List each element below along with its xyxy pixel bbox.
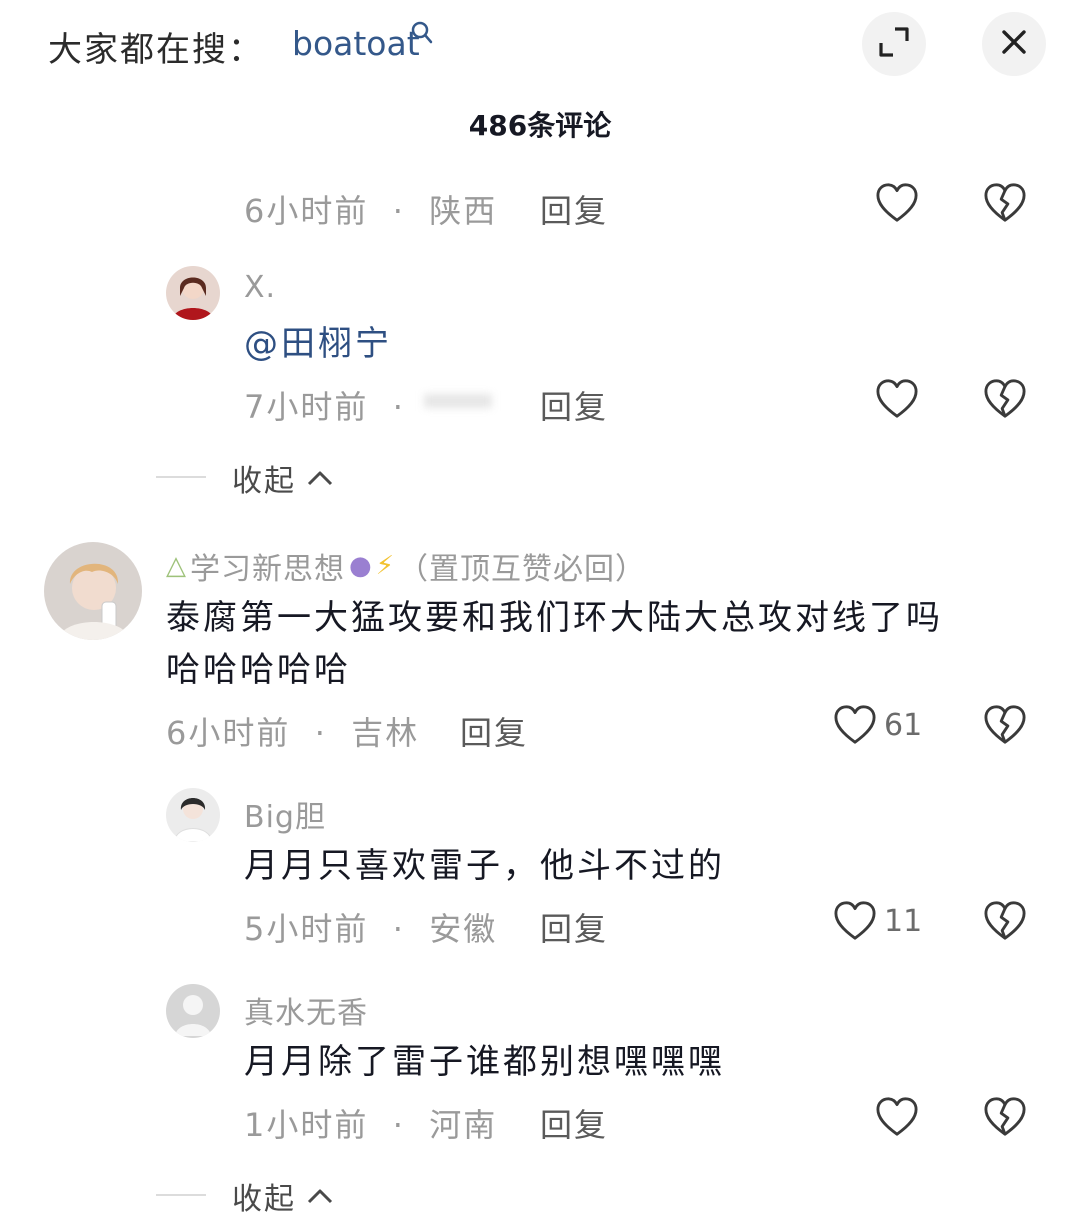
like-button[interactable]: 61 <box>832 704 922 746</box>
comment-content: @田栩宁 <box>244 324 392 364</box>
search-icon[interactable] <box>410 20 434 50</box>
collapse-divider <box>156 1194 206 1196</box>
collapse-divider <box>156 476 206 478</box>
like-count: 61 <box>884 707 923 743</box>
lightning-icon: ⚡ <box>375 551 394 581</box>
comment-time: 7小时前 <box>244 388 369 426</box>
dislike-button[interactable] <box>982 900 1028 946</box>
search-suggestion-label: 大家都在搜： <box>48 30 264 70</box>
dislike-button[interactable] <box>982 378 1028 424</box>
comment-username[interactable]: X. <box>244 270 276 305</box>
reply-button[interactable]: 回复 <box>460 708 528 754</box>
like-count: 11 <box>884 903 923 939</box>
comment-meta: 1小时前 · 河南 <box>244 1100 497 1146</box>
collapse-replies-button[interactable]: 收起 <box>232 456 334 500</box>
comment-location: 吉林 <box>351 714 420 752</box>
comment-content: 月月除了雷子谁都别想嘿嘿嘿 <box>244 1042 725 1082</box>
chevron-up-icon <box>307 1189 333 1204</box>
avatar[interactable] <box>44 542 142 640</box>
comment-location: 河南 <box>429 1106 498 1144</box>
collapse-label: 收起 <box>232 464 296 499</box>
comment-username-row: △ 学习新思想 ● ⚡ （置顶互赞必回） <box>166 544 646 588</box>
separator-dot: · <box>380 192 418 230</box>
separator-dot: · <box>380 388 418 426</box>
broken-heart-icon <box>982 378 1028 420</box>
avatar[interactable] <box>166 266 220 320</box>
comment-meta: 5小时前 · 安徽 <box>244 904 497 950</box>
sprout-icon: △ <box>166 551 186 581</box>
comment-username-suffix: （置顶互赞必回） <box>397 552 646 587</box>
dislike-button[interactable] <box>982 704 1028 750</box>
expand-button[interactable] <box>862 12 926 76</box>
dislike-button[interactable] <box>982 1096 1028 1142</box>
expand-icon <box>877 25 911 63</box>
close-icon <box>1000 28 1028 60</box>
dislike-button[interactable] <box>982 182 1028 228</box>
comment-count-title: 486条评论 <box>468 109 612 142</box>
like-button[interactable]: 11 <box>832 900 922 942</box>
search-suggestion-term[interactable]: boatoat <box>292 24 420 63</box>
broken-heart-icon <box>982 1096 1028 1138</box>
comment-meta: 6小时前 · 吉林 <box>166 708 419 754</box>
comment-username[interactable]: Big胆 <box>244 792 326 836</box>
comment-time: 5小时前 <box>244 910 369 948</box>
collapse-label: 收起 <box>232 1182 296 1217</box>
like-button[interactable] <box>874 378 920 424</box>
heart-outline-icon <box>874 1096 920 1138</box>
comment-time: 1小时前 <box>244 1106 369 1144</box>
comment-username[interactable]: 学习新思想 <box>190 544 345 588</box>
avatar[interactable] <box>166 788 220 842</box>
comment-meta: 6小时前 · 陕西 <box>244 186 497 232</box>
comment-location: 陕西 <box>429 192 498 230</box>
heart-outline-icon <box>832 704 878 746</box>
comment-meta: 7小时前 · <box>244 382 417 428</box>
redacted-location-blur <box>424 394 492 408</box>
reply-button[interactable]: 回复 <box>540 382 608 428</box>
reply-button[interactable]: 回复 <box>540 1100 608 1146</box>
like-button[interactable] <box>874 1096 920 1142</box>
comment-time: 6小时前 <box>244 192 369 230</box>
chevron-up-icon <box>307 471 333 486</box>
heart-outline-icon <box>832 900 878 942</box>
broken-heart-icon <box>982 900 1028 942</box>
comment-username[interactable]: 真水无香 <box>244 988 368 1032</box>
default-avatar-icon[interactable] <box>166 984 220 1038</box>
separator-dot: · <box>380 910 418 948</box>
separator-dot: · <box>380 1106 418 1144</box>
broken-heart-icon <box>982 704 1028 746</box>
comment-content: 泰腐第一大猛攻要和我们环大陆大总攻对线了吗 <box>166 598 943 638</box>
heart-outline-icon <box>874 182 920 224</box>
separator-dot: · <box>302 714 340 752</box>
comment-content: 月月只喜欢雷子，他斗不过的 <box>244 846 725 886</box>
comment-location: 安徽 <box>429 910 498 948</box>
like-button[interactable] <box>874 182 920 228</box>
collapse-replies-button[interactable]: 收起 <box>232 1174 334 1218</box>
broken-heart-icon <box>982 182 1028 224</box>
comment-content-line2: 哈哈哈哈哈 <box>166 650 351 690</box>
reply-button[interactable]: 回复 <box>540 904 608 950</box>
heart-outline-icon <box>874 378 920 420</box>
comment-time: 6小时前 <box>166 714 291 752</box>
crystal-ball-icon: ● <box>349 551 372 581</box>
close-button[interactable] <box>982 12 1046 76</box>
reply-button[interactable]: 回复 <box>540 186 608 232</box>
